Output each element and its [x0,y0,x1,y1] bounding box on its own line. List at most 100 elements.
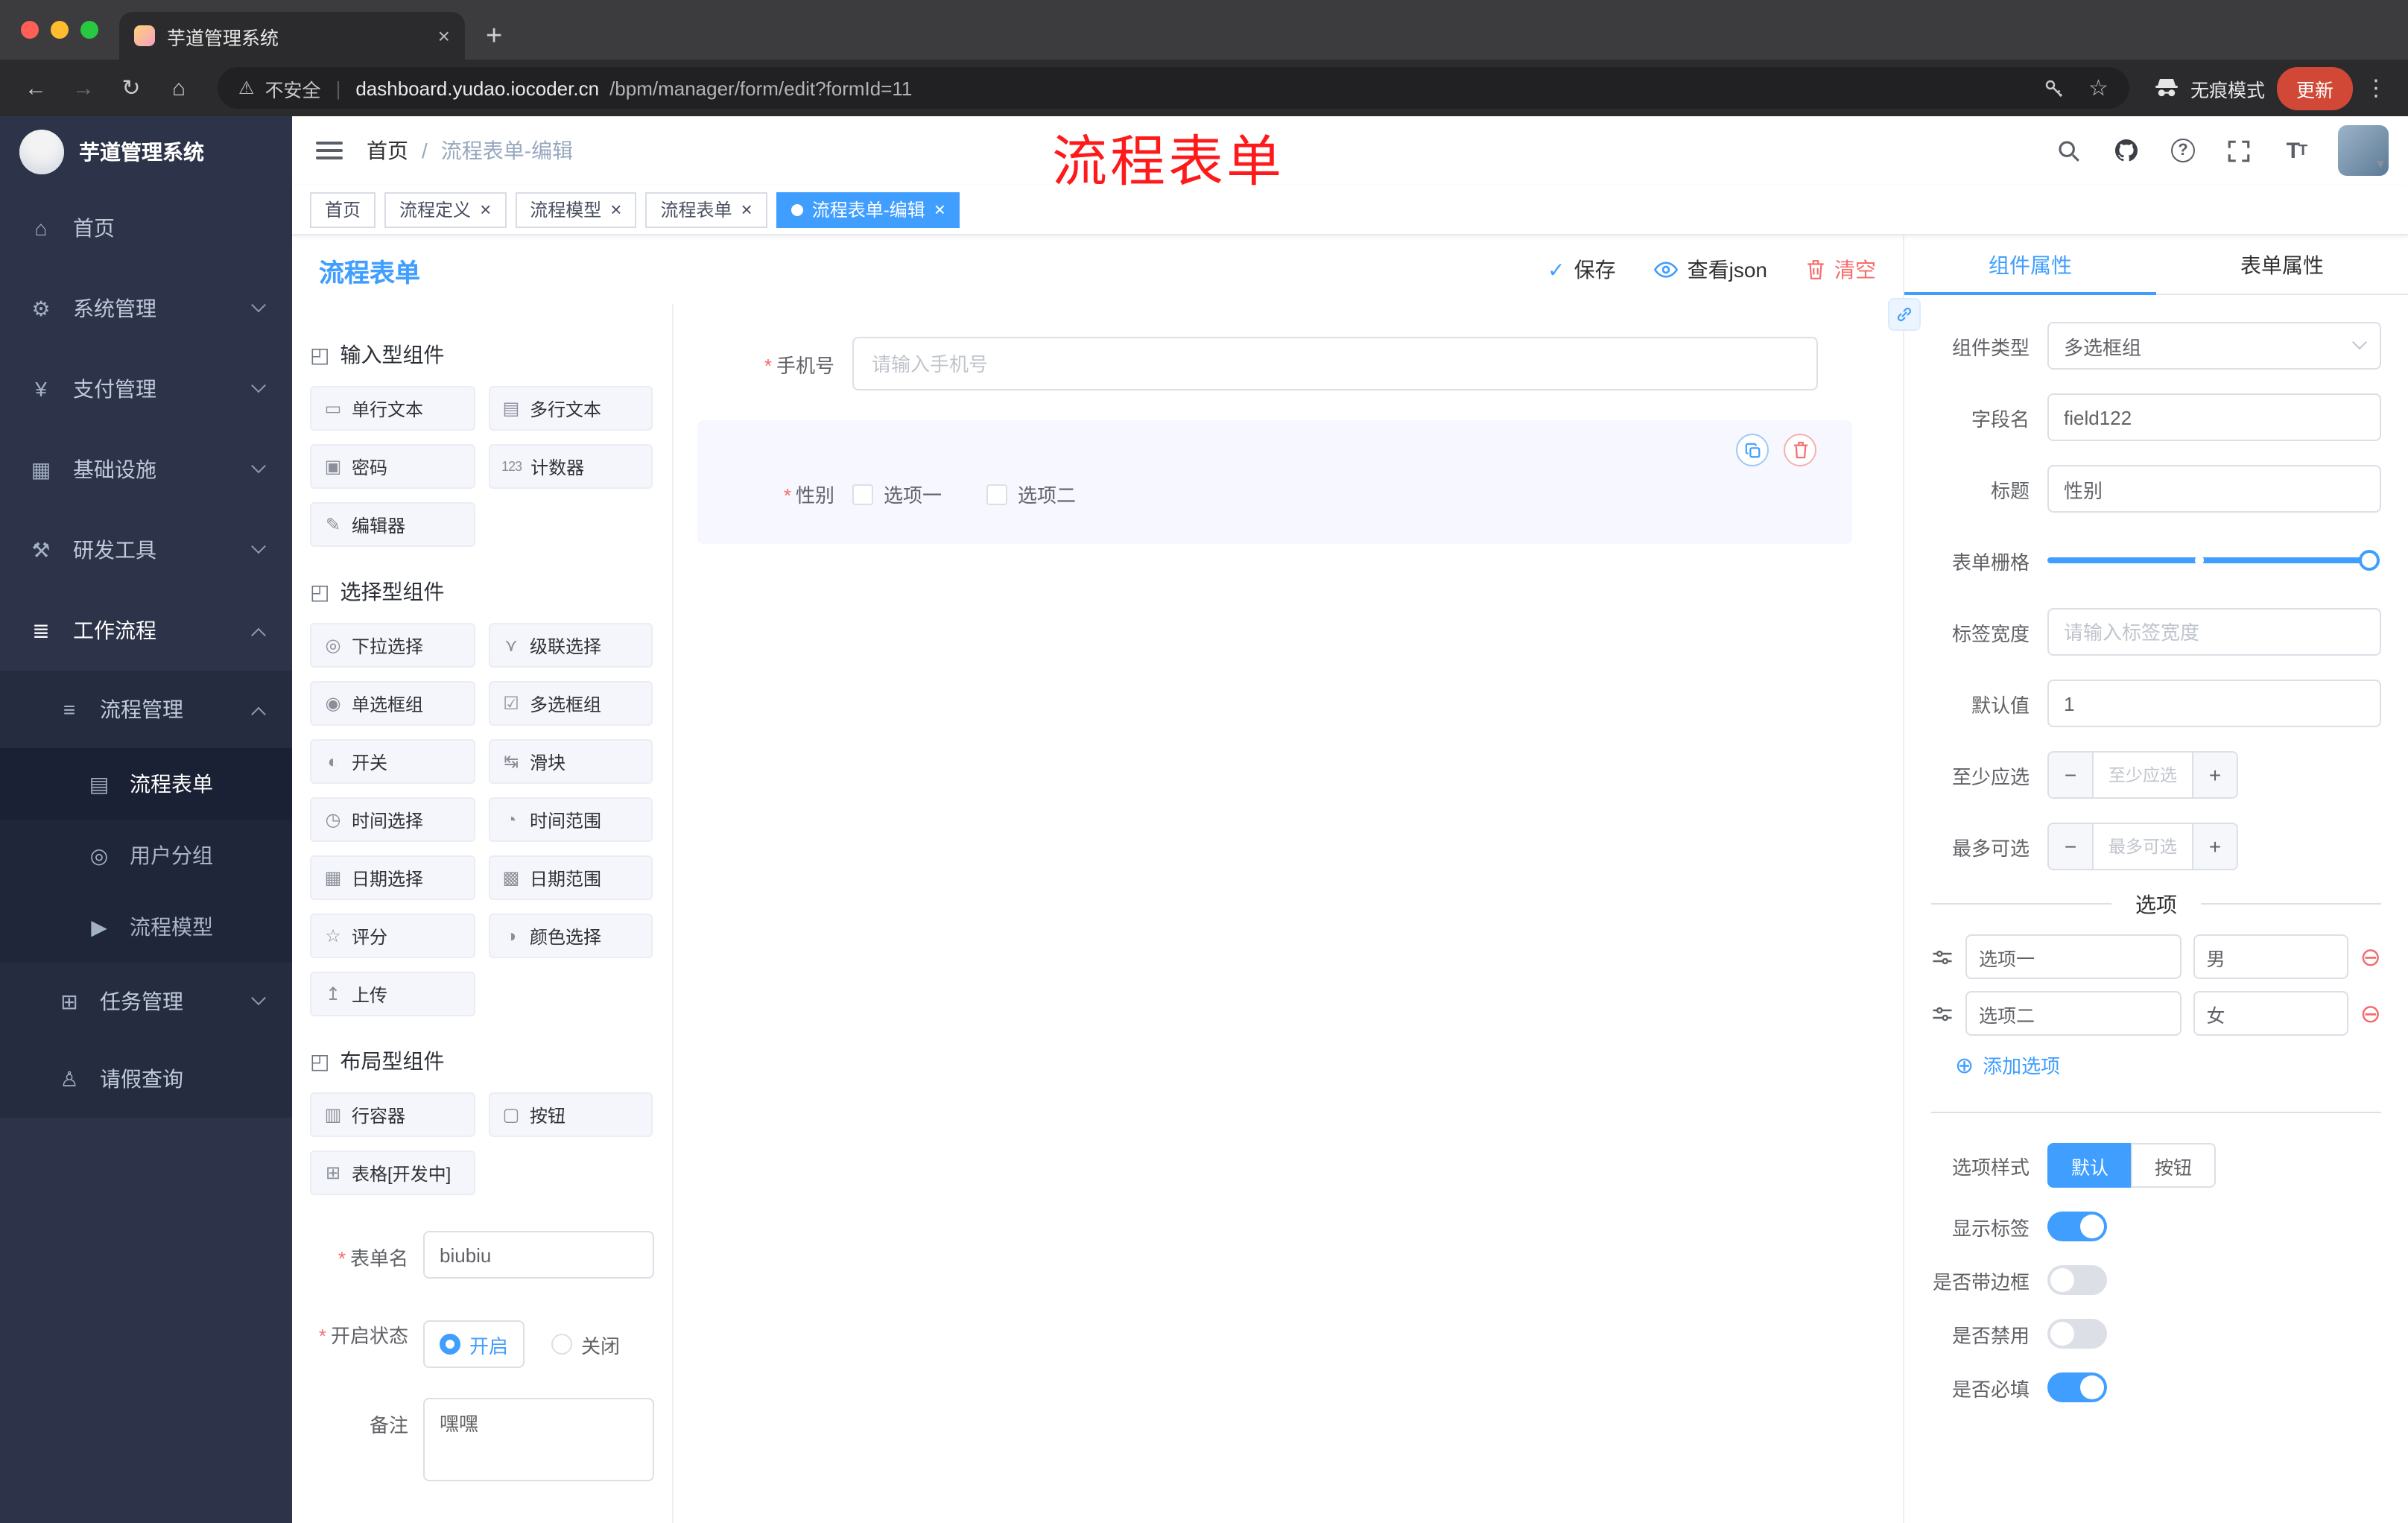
palette-chip-slider[interactable]: ↹ 滑块 [488,739,653,784]
breadcrumb-home[interactable]: 首页 [367,136,408,165]
browser-update-button[interactable]: 更新 [2276,66,2353,110]
sidebar-item-payment-management[interactable]: ¥ 支付管理 [0,349,292,429]
password-key-icon[interactable] [2042,77,2065,99]
palette-chip-table[interactable]: ⊞ 表格[开发中] [310,1150,475,1195]
palette-chip-time-picker[interactable]: ◷ 时间选择 [310,797,475,842]
sidebar-item-user-group[interactable]: ◎ 用户分组 [0,820,292,891]
sidebar-item-infrastructure[interactable]: ▦ 基础设施 [0,429,292,510]
reload-icon[interactable]: ↻ [110,67,152,109]
search-icon[interactable] [2055,136,2085,165]
remark-textarea[interactable]: 嘿嘿 [423,1398,654,1481]
palette-chip-editor[interactable]: ✎ 编辑器 [310,502,475,547]
status-on-radio[interactable]: 开启 [423,1320,525,1368]
palette-chip-upload[interactable]: ↥ 上传 [310,972,475,1016]
sidebar-item-leave-query[interactable]: ♙ 请假查询 [0,1040,292,1118]
palette-chip-date-range[interactable]: ▩ 日期范围 [488,855,653,900]
link-icon-button[interactable] [1888,298,1921,331]
tag-close-icon[interactable]: × [610,200,621,219]
remove-option-icon[interactable]: ⊖ [2360,1001,2382,1026]
sidebar-item-task-management[interactable]: ⊞ 任务管理 [0,963,292,1040]
minus-button[interactable]: − [2049,753,2094,797]
gender-option-1-checkbox[interactable]: 选项一 [852,480,942,508]
sidebar-item-process-model[interactable]: ▶ 流程模型 [0,891,292,963]
browser-tab[interactable]: 芋道管理系统 × [119,12,465,60]
user-avatar-wrap[interactable]: ▾ [2337,125,2389,176]
palette-chip-rate[interactable]: ☆ 评分 [310,914,475,958]
tab-component-props[interactable]: 组件属性 [1904,235,2156,295]
view-json-button[interactable]: 查看json [1654,255,1767,285]
tag-close-icon[interactable]: × [480,200,491,219]
show-label-toggle[interactable] [2047,1212,2107,1241]
min-select-value[interactable]: 至少应选 [2094,753,2192,797]
style-button-button[interactable]: 按钮 [2131,1143,2217,1188]
form-grid-slider[interactable] [2047,550,2380,571]
option-2-label-input[interactable] [1965,991,2182,1036]
tag-close-icon[interactable]: × [934,200,945,219]
sidebar-item-home[interactable]: ⌂ 首页 [0,188,292,268]
window-minimize-button[interactable] [51,21,69,39]
add-option-button[interactable]: ⊕ 添加选项 [1955,1051,2381,1079]
palette-chip-checkbox-group[interactable]: ☑ 多选框组 [488,681,653,726]
with-border-toggle[interactable] [2047,1265,2107,1295]
field-name-input[interactable] [2047,393,2381,441]
option-1-value-input[interactable] [2193,934,2348,979]
sidebar-item-workflow[interactable]: ≣ 工作流程 [0,590,292,671]
back-icon[interactable]: ← [15,67,57,109]
palette-chip-multiline-text[interactable]: ▤ 多行文本 [488,386,653,431]
max-select-value[interactable]: 最多可选 [2094,824,2192,869]
tag-process-model[interactable]: 流程模型 × [515,191,637,227]
sidebar-item-system-management[interactable]: ⚙ 系统管理 [0,268,292,349]
help-icon[interactable]: ? [2168,136,2198,165]
drag-handle-icon[interactable] [1931,1004,1954,1023]
palette-chip-cascader[interactable]: ⋎ 级联选择 [488,623,653,668]
font-size-icon[interactable]: TT [2281,136,2311,165]
sidebar-logo[interactable]: 芋道管理系统 [0,116,292,188]
tag-close-icon[interactable]: × [741,200,752,219]
slider-handle[interactable] [2359,550,2380,571]
window-zoom-button[interactable] [80,21,98,39]
palette-chip-radio-group[interactable]: ◉ 单选框组 [310,681,475,726]
palette-chip-color-picker[interactable]: ◑ 颜色选择 [488,914,653,958]
tag-process-definition[interactable]: 流程定义 × [384,191,507,227]
sidebar-collapse-icon[interactable] [316,142,343,159]
palette-chip-single-line-text[interactable]: ▭ 单行文本 [310,386,475,431]
tab-form-props[interactable]: 表单属性 [2156,235,2408,294]
canvas-field-phone[interactable]: 手机号 [697,325,1879,402]
tag-process-form[interactable]: 流程表单 × [645,191,767,227]
label-width-input[interactable] [2047,608,2381,656]
palette-chip-password[interactable]: ▣ 密码 [310,444,475,489]
home-icon[interactable]: ⌂ [158,67,200,109]
palette-chip-counter[interactable]: 123 计数器 [488,444,653,489]
delete-field-button[interactable] [1784,434,1816,466]
default-value-input[interactable] [2047,680,2381,727]
sidebar-item-process-management[interactable]: ≡ 流程管理 [0,671,292,748]
window-close-button[interactable] [21,21,39,39]
canvas-field-gender-selected[interactable]: 性别 选项一 选项二 [697,420,1852,544]
style-default-button[interactable]: 默认 [2047,1143,2132,1188]
sidebar-item-process-form[interactable]: ▤ 流程表单 [0,748,292,820]
new-tab-button[interactable]: + [486,21,502,54]
forward-icon[interactable]: → [63,67,104,109]
palette-chip-date-picker[interactable]: ▦ 日期选择 [310,855,475,900]
palette-chip-row-container[interactable]: ▥ 行容器 [310,1092,475,1137]
plus-button[interactable]: + [2192,824,2237,869]
address-bar[interactable]: ⚠ 不安全 | dashboard.yudao.iocoder.cn /bpm/… [218,67,2129,109]
component-type-select[interactable]: 多选框组 [2047,322,2381,370]
plus-button[interactable]: + [2192,753,2237,797]
save-button[interactable]: ✓ 保存 [1547,255,1615,285]
security-warning-icon[interactable]: ⚠ [238,77,255,98]
clear-button[interactable]: 清空 [1806,255,1876,285]
form-name-input[interactable] [423,1231,654,1279]
disabled-toggle[interactable] [2047,1319,2107,1349]
remove-option-icon[interactable]: ⊖ [2360,944,2382,969]
tab-close-icon[interactable]: × [438,24,450,48]
option-1-label-input[interactable] [1965,934,2182,979]
status-off-radio[interactable]: 关闭 [551,1330,620,1358]
palette-chip-time-range[interactable]: ◔ 时间范围 [488,797,653,842]
tag-process-form-edit[interactable]: 流程表单-编辑 × [776,191,960,227]
browser-menu-icon[interactable]: ⋮ [2359,75,2393,101]
required-toggle[interactable] [2047,1372,2107,1402]
form-canvas[interactable]: 手机号 [674,304,1903,1523]
option-2-value-input[interactable] [2193,991,2348,1036]
bookmark-star-icon[interactable]: ☆ [2088,75,2108,101]
